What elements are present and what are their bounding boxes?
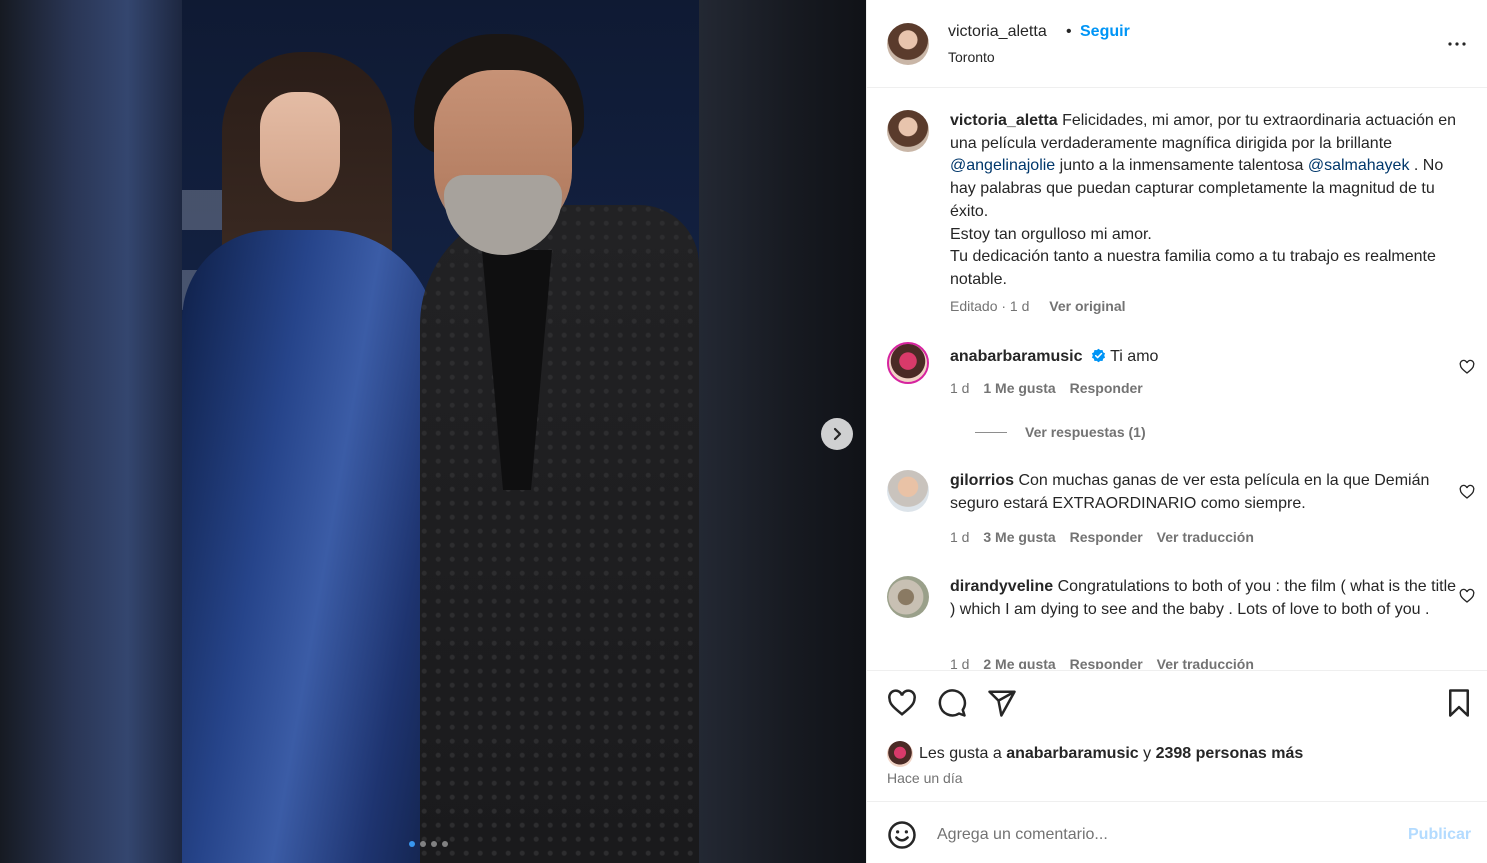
heart-icon[interactable]	[1459, 588, 1475, 604]
comment-input[interactable]	[937, 822, 1397, 848]
post-location[interactable]: Toronto	[948, 49, 995, 65]
comment-item: dirandyveline Congratulations to both of…	[887, 576, 1475, 669]
media-blur-left	[0, 0, 182, 863]
verified-icon	[1091, 348, 1106, 363]
slide-indicator	[409, 841, 448, 847]
post-time[interactable]: Hace un día	[887, 770, 963, 786]
comment-text: gilorrios Con muchas ganas de ver esta p…	[950, 470, 1460, 515]
likes-summary[interactable]: Les gusta a anabarbaramusic y 2398 perso…	[887, 741, 1303, 767]
translate-button[interactable]: Ver traducción	[1157, 656, 1254, 669]
comment-meta: 1 d 1 Me gusta Responder	[950, 380, 1143, 396]
avatar[interactable]	[887, 576, 929, 618]
replies-divider	[975, 431, 1007, 433]
more-options-button[interactable]	[1443, 30, 1471, 58]
see-original-link[interactable]: Ver original	[1049, 298, 1125, 314]
caption-line-2: Estoy tan orgulloso mi amor.	[950, 225, 1152, 243]
edited-label: Editado · 1 d	[950, 298, 1030, 314]
likes-user-link[interactable]: anabarbaramusic	[1006, 745, 1139, 763]
comment-meta: 1 d 3 Me gusta Responder Ver traducción	[950, 529, 1254, 545]
caption-text: victoria_aletta Felicidades, mi amor, po…	[950, 110, 1460, 292]
comment-item: gilorrios Con muchas ganas de ver esta p…	[887, 470, 1475, 550]
emoji-icon[interactable]	[887, 820, 917, 850]
comment-item: anabarbaramusic Ti amo 1 d 1 Me gusta Re…	[887, 342, 1475, 452]
post-details-panel: victoria_aletta • Seguir Toronto victori…	[866, 0, 1487, 863]
likes-prefix: Les gusta a	[919, 745, 1002, 762]
heart-icon[interactable]	[887, 688, 917, 718]
comments-list[interactable]: victoria_aletta Felicidades, mi amor, po…	[867, 89, 1487, 669]
view-replies-label: Ver respuestas (1)	[1025, 424, 1146, 440]
post-author-username[interactable]: victoria_aletta	[948, 23, 1047, 41]
slide-dot	[442, 841, 448, 847]
separator-dot: •	[1066, 23, 1072, 40]
comment-text: anabarbaramusic Ti amo	[950, 346, 1460, 369]
photo-woman-face	[260, 92, 340, 202]
bookmark-icon[interactable]	[1444, 688, 1474, 718]
comment-username[interactable]: dirandyveline	[950, 578, 1053, 595]
caption-line-3: Tu dedicación tanto a nuestra familia co…	[950, 248, 1436, 288]
slide-dot	[409, 841, 415, 847]
comment-body: Con muchas ganas de ver esta película en…	[950, 472, 1430, 512]
likes-connector: y	[1143, 745, 1152, 762]
comment-body: Ti amo	[1110, 348, 1159, 365]
reply-button[interactable]: Responder	[1070, 529, 1143, 545]
post-media[interactable]	[0, 0, 866, 863]
likes-others-link[interactable]: 2398 personas más	[1156, 745, 1304, 763]
translate-button[interactable]: Ver traducción	[1157, 529, 1254, 545]
post-actions: Les gusta a anabarbaramusic y 2398 perso…	[867, 670, 1487, 802]
caption-text-2: junto a la inmensamente talentosa	[1059, 157, 1304, 175]
next-slide-button[interactable]	[821, 418, 853, 450]
comment-meta: 1 d 2 Me gusta Responder Ver traducción	[950, 656, 1254, 669]
comment-time[interactable]: 1 d	[950, 380, 969, 396]
follow-button[interactable]: Seguir	[1080, 23, 1130, 41]
add-comment-bar: Publicar	[867, 803, 1487, 863]
comment-time[interactable]: 1 d	[950, 656, 969, 669]
comment-text: dirandyveline Congratulations to both of…	[950, 576, 1460, 621]
caption-username[interactable]: victoria_aletta	[950, 112, 1058, 129]
reply-button[interactable]: Responder	[1070, 380, 1143, 396]
slide-dot	[431, 841, 437, 847]
mention-link[interactable]: @salmahayek	[1308, 157, 1410, 174]
comment-icon[interactable]	[937, 688, 967, 718]
photo-man-jacket	[420, 205, 699, 863]
view-replies-button[interactable]: Ver respuestas (1)	[975, 424, 1146, 440]
avatar[interactable]	[887, 470, 929, 512]
comment-username[interactable]: anabarbaramusic	[950, 348, 1083, 365]
avatar[interactable]	[887, 342, 929, 384]
comment-time[interactable]: 1 d	[950, 529, 969, 545]
avatar[interactable]	[887, 741, 913, 767]
comment-username[interactable]: gilorrios	[950, 472, 1014, 489]
avatar[interactable]	[887, 110, 929, 152]
comment-likes-link[interactable]: 3 Me gusta	[983, 529, 1055, 545]
avatar[interactable]	[887, 23, 929, 65]
heart-icon[interactable]	[1459, 359, 1475, 375]
post-caption: victoria_aletta Felicidades, mi amor, po…	[887, 110, 1467, 320]
mention-link[interactable]: @angelinajolie	[950, 157, 1055, 174]
chevron-right-icon	[833, 427, 842, 441]
share-icon[interactable]	[987, 688, 1017, 718]
comment-likes-link[interactable]: 2 Me gusta	[983, 656, 1055, 669]
caption-meta: Editado · 1 d Ver original	[950, 298, 1126, 314]
post-header: victoria_aletta • Seguir Toronto	[867, 0, 1487, 88]
comment-likes-link[interactable]: 1 Me gusta	[983, 380, 1055, 396]
heart-icon[interactable]	[1459, 484, 1475, 500]
photo-woman-dress	[182, 230, 437, 863]
post-photo[interactable]	[182, 0, 699, 863]
slide-dot	[420, 841, 426, 847]
publish-button[interactable]: Publicar	[1408, 826, 1471, 844]
more-icon	[1448, 42, 1466, 46]
reply-button[interactable]: Responder	[1070, 656, 1143, 669]
